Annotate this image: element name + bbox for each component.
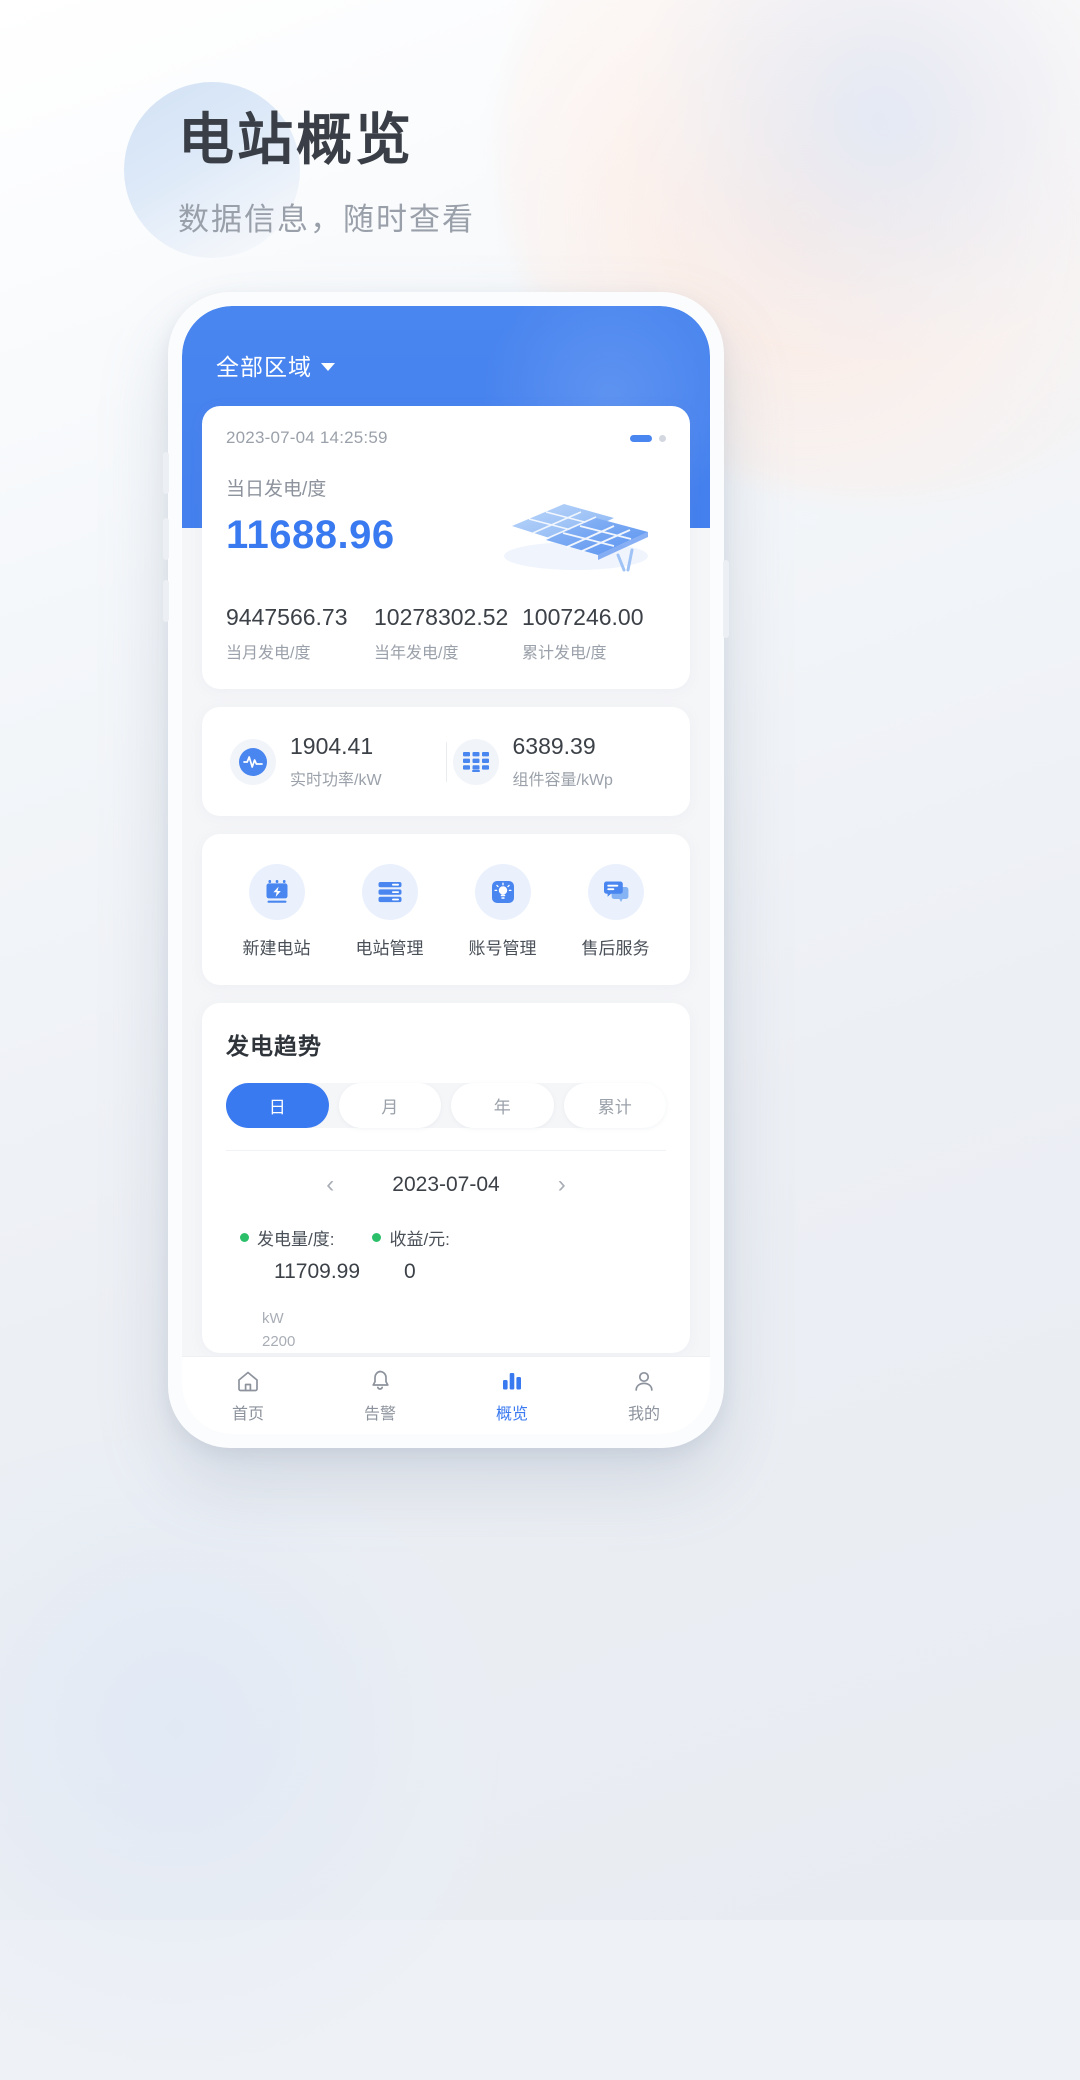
legend-item-revenue: 收益/元:	[372, 1225, 450, 1250]
date-navigator: ‹ 2023-07-04 ›	[226, 1150, 666, 1197]
summary-stat-item: 10278302.52 当年发电/度	[374, 604, 518, 663]
summary-card: 2023-07-04 14:25:59 当日发电/度 11688.96 9447…	[202, 406, 690, 689]
page-subtitle: 数据信息，随时查看	[178, 202, 475, 238]
quick-action-label: 新建电站	[242, 939, 311, 958]
summary-stat-label: 当年发电/度	[374, 645, 459, 662]
tab-month[interactable]: 月	[338, 1083, 441, 1128]
after-sales-icon	[587, 864, 644, 920]
metric-label: 实时功率/kW	[290, 772, 382, 789]
metric-value: 1904.41	[290, 733, 374, 759]
scroll-area[interactable]: 全部区域 2023-07-04 14:25:59 当日发电/度 11688.96	[182, 306, 710, 1356]
home-icon	[238, 1371, 258, 1391]
chart-icon	[503, 1372, 521, 1389]
tab-total[interactable]: 累计	[563, 1083, 666, 1128]
tabbar-item-overview[interactable]: 概览	[446, 1368, 578, 1424]
tabbar-item-profile[interactable]: 我的	[578, 1368, 710, 1424]
carousel-dot-active[interactable]	[630, 434, 652, 442]
quick-action-label: 电站管理	[355, 939, 424, 958]
legend-label: 发电量/度:	[257, 1230, 335, 1249]
page-title: 电站概览	[178, 108, 414, 171]
tabbar-label: 告警	[363, 1405, 396, 1423]
chevron-right-icon[interactable]: ›	[558, 1173, 566, 1197]
summary-card-header: 2023-07-04 14:25:59	[226, 428, 666, 448]
chart-legend-values: 11709.99 0	[226, 1260, 666, 1284]
tab-day[interactable]: 日	[226, 1083, 329, 1128]
trend-title: 发电趋势	[226, 1033, 322, 1059]
metric-text-block: 1904.41 实时功率/kW	[290, 733, 382, 790]
metrics-card: 1904.41 实时功率/kW 6389.39 组件容量/kWp	[202, 707, 690, 816]
quick-actions-card: 新建电站 电站管理 账号管理 售后服务	[202, 834, 690, 985]
legend-swatch-icon	[372, 1233, 382, 1242]
summary-stat-label: 当月发电/度	[226, 645, 311, 662]
legend-item-generation: 发电量/度:	[240, 1225, 334, 1250]
metric-value: 6389.39	[512, 733, 596, 759]
app-topbar: 全部区域	[182, 306, 710, 382]
quick-action-new-station[interactable]: 新建电站	[230, 864, 324, 959]
chevron-left-icon[interactable]: ‹	[326, 1173, 334, 1197]
metric-label: 组件容量/kWp	[512, 772, 613, 789]
phone-screen: 全部区域 2023-07-04 14:25:59 当日发电/度 11688.96	[182, 306, 710, 1434]
caret-down-icon[interactable]	[321, 362, 335, 371]
headline-block: 电站概览 数据信息，随时查看	[178, 108, 475, 239]
tabbar-label: 首页	[231, 1405, 264, 1423]
legend-value-revenue: 0	[404, 1260, 416, 1283]
summary-stat-item: 1007246.00 累计发电/度	[522, 604, 666, 663]
tabbar-label: 我的	[627, 1405, 660, 1423]
page-content: 2023-07-04 14:25:59 当日发电/度 11688.96 9447…	[182, 382, 710, 1353]
new-station-icon	[248, 864, 305, 920]
summary-stat-item: 9447566.73 当月发电/度	[226, 604, 370, 663]
solar-module-icon	[452, 738, 499, 785]
tabbar-label: 概览	[495, 1405, 528, 1423]
summary-stat-value: 9447566.73	[226, 604, 348, 630]
legend-swatch-icon	[240, 1233, 249, 1242]
tabbar-item-alarm[interactable]: 告警	[314, 1368, 446, 1424]
summary-stats-grid: 9447566.73 当月发电/度 10278302.52 当年发电/度 100…	[226, 604, 666, 663]
bottom-tabbar: 首页 告警 概览 我的	[182, 1356, 710, 1434]
update-timestamp: 2023-07-04 14:25:59	[226, 428, 388, 447]
summary-stat-value: 10278302.52	[374, 604, 509, 630]
pulse-icon	[230, 738, 276, 785]
chart-y-axis: kW 2200	[226, 1308, 666, 1353]
quick-action-station-manage[interactable]: 电站管理	[343, 864, 437, 959]
legend-label: 收益/元:	[389, 1230, 450, 1249]
generation-trend-card: 发电趋势 日 月 年 累计 ‹ 2023-07-04 › 发电量/度: 收益/元…	[202, 1003, 690, 1353]
solar-panel-icon	[504, 504, 648, 572]
metric-realtime-power: 1904.41 实时功率/kW	[224, 733, 446, 790]
trend-period-tabs: 日 月 年 累计	[226, 1083, 666, 1128]
metric-text-block: 6389.39 组件容量/kWp	[513, 733, 613, 790]
summary-stat-label: 累计发电/度	[522, 645, 607, 662]
legend-value-generation: 11709.99	[274, 1260, 361, 1283]
axis-unit-label: kW	[262, 1310, 284, 1327]
selected-date[interactable]: 2023-07-04	[392, 1173, 499, 1197]
quick-action-label: 账号管理	[468, 939, 537, 958]
carousel-indicator[interactable]	[630, 434, 666, 442]
account-manage-icon	[474, 864, 531, 920]
person-icon	[635, 1371, 653, 1391]
summary-stat-value: 1007246.00	[522, 604, 644, 630]
bell-icon	[372, 1370, 389, 1390]
quick-action-after-sales[interactable]: 售后服务	[569, 864, 663, 959]
phone-mockup: 全部区域 2023-07-04 14:25:59 当日发电/度 11688.96	[163, 292, 729, 1448]
quick-action-label: 售后服务	[581, 939, 650, 958]
metric-module-capacity: 6389.39 组件容量/kWp	[447, 733, 669, 790]
region-selector-label[interactable]: 全部区域	[216, 348, 312, 382]
axis-top-tick: 2200	[262, 1332, 296, 1350]
tab-year[interactable]: 年	[451, 1083, 554, 1128]
station-manage-icon	[361, 864, 418, 920]
tabbar-item-home[interactable]: 首页	[182, 1368, 314, 1424]
chart-legend: 发电量/度: 收益/元:	[226, 1225, 666, 1250]
carousel-dot[interactable]	[659, 434, 666, 442]
quick-action-account-manage[interactable]: 账号管理	[456, 864, 550, 959]
